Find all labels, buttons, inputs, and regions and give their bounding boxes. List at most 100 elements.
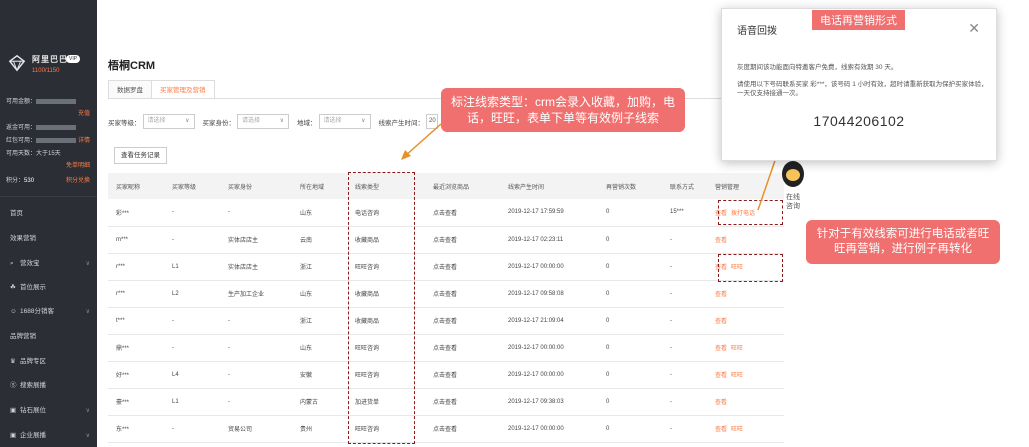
dialog-tag-badge: 电话再营销形式 [812,10,905,30]
lead-time: 2019-12-17 00:00:00 [500,415,598,443]
dialog-instructions: 请使用以下号码联系买家 彩***，该号码 1 小时有效，超时请重新获取为保护买家… [737,81,988,97]
tab-data-compass[interactable]: 数据罗盘 [108,80,152,99]
recent-goods-link[interactable]: 点击查看 [425,415,500,443]
buyer-region: 山东 [292,334,347,362]
table-row: 鼎*** - - 山东 旺旺咨询 点击查看 2019-12-17 00:00:00 0- 查看旺… [108,334,784,362]
sidebar-item-search-show[interactable]: Ⓢ 搜索展播 [0,375,97,397]
recent-goods-link[interactable]: 点击查看 [425,253,500,281]
recent-goods-link[interactable]: 点击查看 [425,334,500,362]
lead-time: 2019-12-17 21:09:04 [500,307,598,335]
wangwang-action-link[interactable]: 旺旺 [731,427,743,433]
lead-time: 2019-12-17 00:00:00 [500,253,598,281]
sidebar-item-diamond-booth[interactable]: ▣ 钻石展位 ∨ [0,400,97,422]
level-filter-label: 买家等级： [108,119,141,127]
recent-goods-link[interactable]: 点击查看 [425,226,500,254]
buyer-nick: r*** [108,280,164,308]
view-action-link[interactable]: 查看 [715,238,727,244]
callback-phone-number: 17044206102 [813,113,905,129]
charge-link[interactable]: 充值 [78,108,90,117]
view-action-link[interactable]: 查看 [715,400,727,406]
buyer-level: - [164,307,220,335]
recent-goods-link[interactable]: 点击查看 [425,388,500,416]
buyer-level: L4 [164,361,220,389]
free-order-link[interactable]: 免单明细 [66,160,90,169]
buyer-identity: - [220,199,292,227]
magnifier-icon: ⌕ [10,260,14,267]
wangwang-action-highlight [718,254,783,282]
buyer-level: L2 [164,280,220,308]
identity-filter-label: 买家身份： [202,119,236,127]
sidebar: 阿里巴巴 VIP 1100/1150 可用金额： 充值 返金可用： 红包可用： … [0,0,97,447]
buyer-level: L1 [164,388,220,416]
marketing-actions: 查看 [707,307,784,335]
lead-time: 2019-12-17 17:59:59 [500,199,598,227]
contact-info: - [662,388,707,416]
callout-arrow-icon [401,123,442,160]
marketing-actions: 查看 [707,280,784,308]
callout-remarketing: 针对于有效线索可进行电话或者旺旺再营销，进行例子再转化 [806,220,1000,264]
remarketing-count: 0 [598,388,662,416]
buyer-level: - [164,199,220,227]
view-action-link[interactable]: 查看 [715,346,727,352]
identity-select[interactable]: 请选择 ∨ [237,114,289,129]
view-task-records-button[interactable]: 查看任务记录 [114,147,167,164]
buyer-identity: 贸易公司 [220,415,292,443]
marketing-actions: 查看 [707,388,784,416]
sidebar-item-brand-zone[interactable]: ♛ 品牌专区 [0,351,97,373]
buyer-nick: 彩*** [108,199,164,227]
sprout-icon: ☘ [10,284,16,291]
view-action-link[interactable]: 查看 [715,292,727,298]
recent-goods-link[interactable]: 点击查看 [425,361,500,389]
tab-buyer-management[interactable]: 买家管理及营销 [151,80,215,99]
sidebar-item-enterprise-show[interactable]: ▣ 企业展播 ∨ [0,425,97,447]
recent-goods-link[interactable]: 点击查看 [425,307,500,335]
sidebar-item-distribution[interactable]: ☺ 1688分销客 ∨ [0,301,97,323]
remarketing-count: 0 [598,253,662,281]
recent-goods-link[interactable]: 点击查看 [425,199,500,227]
marketing-actions: 查看 旺旺 [707,334,784,362]
table-header-row: 买家昵称 买家等级 买家身份 所在地域 线索类型 最近浏览商品 线索产生时间 再… [108,173,784,199]
points-exchange-link[interactable]: 积分兑换 [66,175,90,184]
reward-balance: 返金可用： [6,122,77,131]
sidebar-item-effect-marketing[interactable]: 效果营销 [0,228,97,250]
contact-info: - [662,226,707,254]
view-action-link[interactable]: 查看 [715,427,727,433]
recent-goods-link[interactable]: 点击查看 [425,280,500,308]
buyer-identity: - [220,334,292,362]
contact-info: - [662,334,707,362]
contact-info: - [662,280,707,308]
sidebar-item-top-display[interactable]: ☘ 首位展示 [0,277,97,299]
close-icon[interactable]: ✕ [968,20,980,37]
lead-type-highlight [348,172,415,444]
chevron-down-icon: ∨ [85,261,90,267]
points: 积分：530 [6,178,35,184]
wangwang-action-link[interactable]: 旺旺 [731,373,743,379]
marketing-actions: 查看 旺旺 [707,415,784,443]
sidebar-item-yingxiaobao[interactable]: ⌕ 营效宝 ∨ [0,253,97,275]
page-title: 梧桐CRM [108,60,156,72]
voice-callback-dialog: 语音回拨 ✕ 灰度期间该功能面向特邀客户免费，线索有效期 30 天。 请使用以下… [721,8,997,161]
sidebar-item-brand-marketing[interactable]: 品牌营销 [0,326,97,348]
buyer-nick: t*** [108,307,164,335]
buyer-level: - [164,226,220,254]
sidebar-item-home[interactable]: 首页 [0,203,97,225]
view-action-link[interactable]: 查看 [715,319,727,325]
chevron-down-icon: ∨ [361,118,366,124]
region-select[interactable]: 请选择 ∨ [318,114,371,129]
wangwang-action-link[interactable]: 旺旺 [731,346,743,352]
lead-time: 2019-12-17 02:23:11 [500,226,598,254]
view-action-link[interactable]: 查看 [715,373,727,379]
remarketing-count: 0 [598,280,662,308]
detail-link[interactable]: 详情 [78,135,90,144]
col-region: 所在地域 [292,173,347,199]
table-row: 好*** L4- 安徽 旺旺咨询 点击查看 2019-12-17 00:00:00 0- 查看… [108,361,784,389]
level-select[interactable]: 请选择 ∨ [142,114,195,129]
chevron-down-icon: ∨ [185,118,190,124]
buyer-identity: 实体店店主 [220,253,292,281]
buyer-table: 买家昵称 买家等级 买家身份 所在地域 线索类型 最近浏览商品 线索产生时间 再… [108,173,784,443]
table-row: 东*** - 贸易公司 贵州 旺旺咨询 点击查看 2019-12-17 00:00:00 0-… [108,415,784,443]
contact-info: - [662,361,707,389]
col-contact: 联系方式 [662,173,707,199]
buyer-region: 山东 [292,280,347,308]
remarketing-count: 0 [598,334,662,362]
